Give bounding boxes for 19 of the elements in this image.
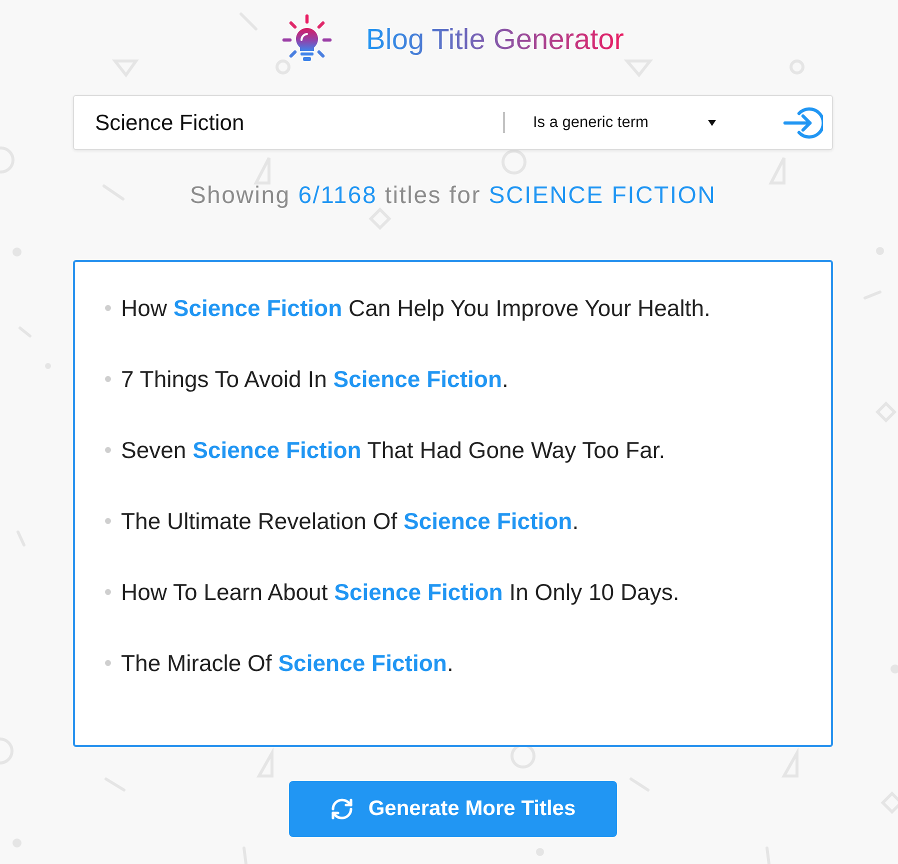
bullet-dot-icon: [105, 588, 111, 594]
blog-title: 7 Things To Avoid In Science Fiction.: [121, 364, 508, 392]
bullet-dot-icon: [105, 660, 111, 666]
blog-title: The Ultimate Revelation Of Science Fiction.: [121, 506, 579, 534]
bullet-dot-icon: [105, 304, 111, 310]
blog-title: How Science Fiction Can Help You Improve Your Health.: [121, 294, 710, 322]
caret-down-icon: [708, 120, 716, 126]
bullet-dot-icon: [105, 446, 111, 452]
search-bar[interactable]: Science Fiction Is a generic term: [73, 95, 833, 150]
results-summary: Showing 6/1168 titles for SCIENCE FICTION: [190, 181, 716, 211]
refresh-icon: [330, 797, 354, 821]
topic-input[interactable]: Science Fiction: [74, 96, 494, 149]
bullet-dot-icon: [105, 518, 111, 524]
bullet-dot-icon: [105, 376, 111, 382]
term-type-dropdown[interactable]: Is a generic term: [525, 104, 722, 140]
blog-title: The Miracle Of Science Fiction.: [121, 648, 454, 676]
blog-title: Seven Science Fiction That Had Gone Way Too Far.: [121, 436, 666, 464]
enter-arrow-icon: [783, 106, 823, 140]
blog-title: How To Learn About Science Fiction In Only 10 Days.: [121, 578, 680, 606]
